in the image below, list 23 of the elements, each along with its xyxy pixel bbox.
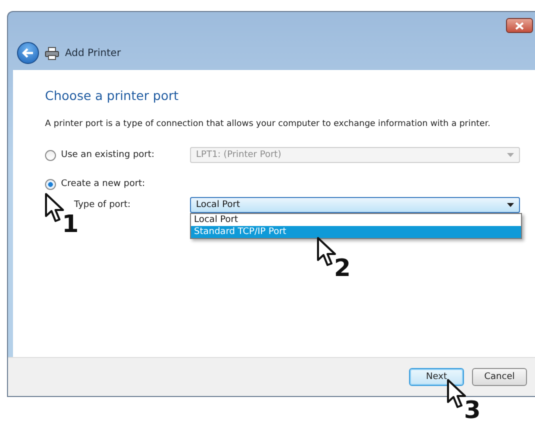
radio-label[interactable]: Use an existing port: [61,150,154,160]
radio-label[interactable]: Create a new port: [61,179,146,189]
port-type-dropdown[interactable]: Local Port [190,197,520,213]
back-arrow-icon [22,48,34,58]
dialog-button[interactable]: Next [409,368,464,386]
dropdown-option[interactable]: Local Port [191,214,521,226]
page-heading: Choose a printer port [45,88,180,103]
step-number: 3 [464,398,481,422]
dialog-button[interactable]: Cancel [472,368,527,386]
dropdown-arrow-icon [507,153,514,157]
description-text: A printer port is a type of connection that allows your computer to exchange information with a printer. [45,119,492,129]
step-number: 1 [62,212,79,236]
port-type-label: Type of port: [73,200,132,210]
back-button[interactable] [17,42,39,64]
cursor-icon [44,192,66,224]
close-button[interactable] [506,18,533,33]
printer-icon [45,46,59,60]
radio-button[interactable] [45,150,56,160]
close-icon [515,22,524,30]
radio-button[interactable] [45,178,56,190]
dropdown-arrow-icon [507,203,514,207]
step-number: 2 [334,256,351,280]
window-title: Add Printer [65,48,121,58]
